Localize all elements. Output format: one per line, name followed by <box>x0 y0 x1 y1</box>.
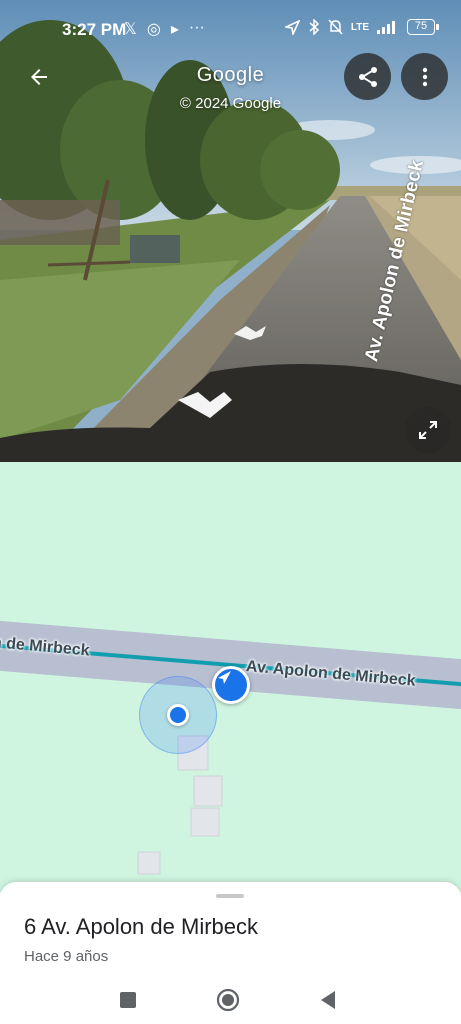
status-app-icons: 𝕏 ◎ ▸ ··· <box>124 19 205 39</box>
bluetooth-icon <box>309 19 319 35</box>
street-view-pane[interactable]: Av. Apolon de Mirbeck 3:27 PM 𝕏 ◎ ▸ ··· … <box>0 0 461 462</box>
street-view-direction-marker[interactable] <box>212 666 250 704</box>
brand-name: Google <box>196 64 265 86</box>
back-icon <box>321 991 335 1009</box>
more-options-button[interactable] <box>401 53 448 100</box>
more-vert-icon <box>422 67 427 86</box>
expand-icon <box>419 421 437 439</box>
play-icon: ▸ <box>170 21 179 38</box>
expand-button[interactable] <box>405 407 451 453</box>
place-date: Hace 9 años <box>24 948 109 965</box>
home-icon <box>216 988 240 1012</box>
map-building <box>137 851 161 875</box>
map-building <box>193 775 223 807</box>
signal-icon <box>377 21 395 34</box>
status-time: 3:27 PM <box>62 20 127 39</box>
place-title: 6 Av. Apolon de Mirbeck <box>24 914 258 939</box>
location-icon <box>284 19 300 35</box>
mute-icon <box>328 19 343 35</box>
sheet-drag-handle[interactable] <box>216 894 244 898</box>
copyright-text: © 2024 Google <box>179 95 282 112</box>
home-button[interactable] <box>208 984 248 1016</box>
status-bar: 3:27 PM 𝕏 ◎ ▸ ··· LTE 75 <box>0 0 461 58</box>
recents-button[interactable] <box>108 984 148 1016</box>
system-back-button[interactable] <box>308 984 348 1016</box>
navigation-arrow-icon <box>218 671 231 684</box>
network-type: LTE <box>350 21 369 33</box>
recents-icon <box>120 992 136 1008</box>
battery-icon: 75 <box>407 19 439 35</box>
more-notifications-icon: ··· <box>188 19 205 36</box>
map-pane[interactable]: n de Mirbeck Av. Apolon de Mirbeck <box>0 462 461 892</box>
map-building <box>190 807 220 837</box>
instagram-icon: ◎ <box>146 21 161 38</box>
my-location-dot <box>167 704 189 726</box>
share-button[interactable] <box>344 53 391 100</box>
system-navigation-bar <box>0 980 461 1024</box>
share-icon <box>358 66 377 87</box>
status-system-icons: LTE 75 <box>284 19 439 35</box>
x-icon: 𝕏 <box>124 21 137 38</box>
